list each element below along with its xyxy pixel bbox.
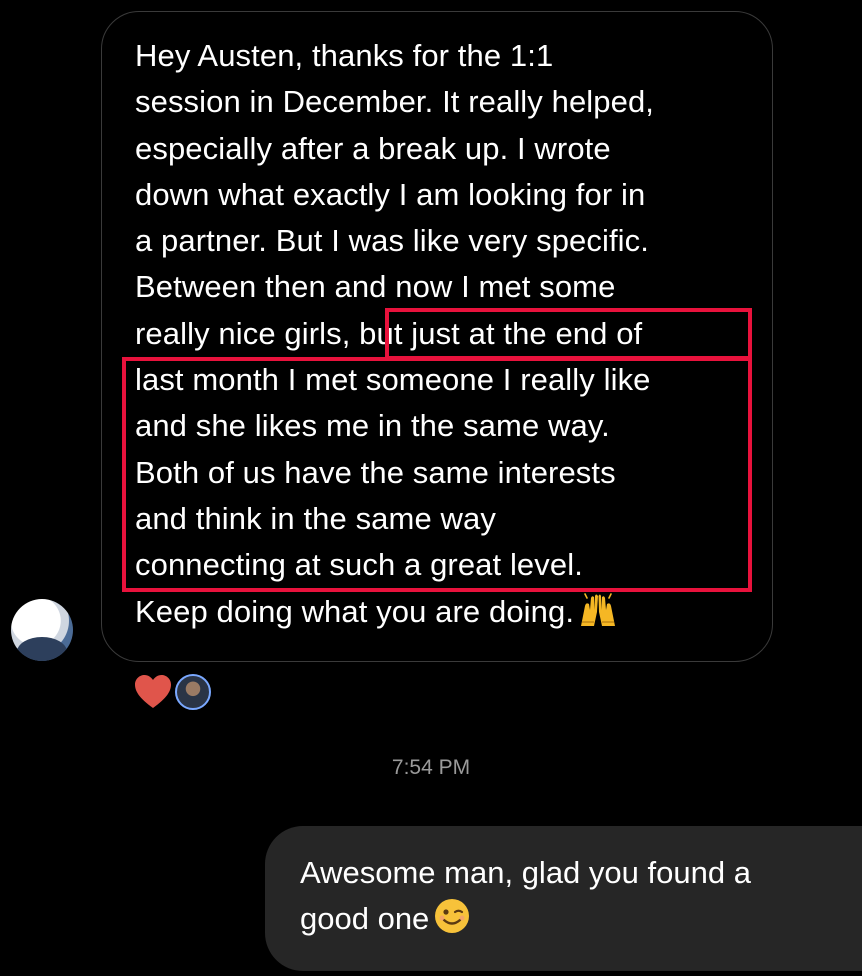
message-line: down what exactly I am looking for in [135,176,646,212]
message-line: Awesome man, glad you found a [300,855,751,890]
message-line-text: Keep doing what you are doing. [135,593,575,629]
message-line: last month I met someone I really like [135,362,651,398]
winking-face-icon [433,897,471,948]
message-line: and think in the same way [135,500,496,536]
avatar-body [17,637,67,661]
message-timestamp: 7:54 PM [391,756,471,779]
message-line: Both of us have the same interests [135,454,616,490]
message-line-last: Keep doing what you are doing. [135,589,755,635]
message-line: and she likes me in the same way. [135,408,610,444]
message-line: really nice girls, but just at the end o… [135,315,643,351]
message-reactions[interactable] [133,672,211,712]
message-line: especially after a break up. I wrote [135,130,611,166]
sender-avatar[interactable] [11,599,73,661]
heart-icon[interactable] [133,672,173,712]
message-line: Between then and now I met some [135,269,616,305]
message-line: connecting at such a great level. [135,547,583,583]
reactor-avatar[interactable] [175,674,211,710]
message-line-text: good one [300,901,430,936]
message-line-last: good one [300,896,751,948]
outgoing-message-text: Awesome man, glad you found a good one [300,850,751,948]
incoming-message-text: Hey Austen, thanks for the 1:1 session i… [135,33,755,635]
message-line: a partner. But I was like very specific. [135,223,649,259]
raising-hands-icon [578,592,618,641]
message-line: session in December. It really helped, [135,84,655,120]
message-line: Hey Austen, thanks for the 1:1 [135,38,554,73]
